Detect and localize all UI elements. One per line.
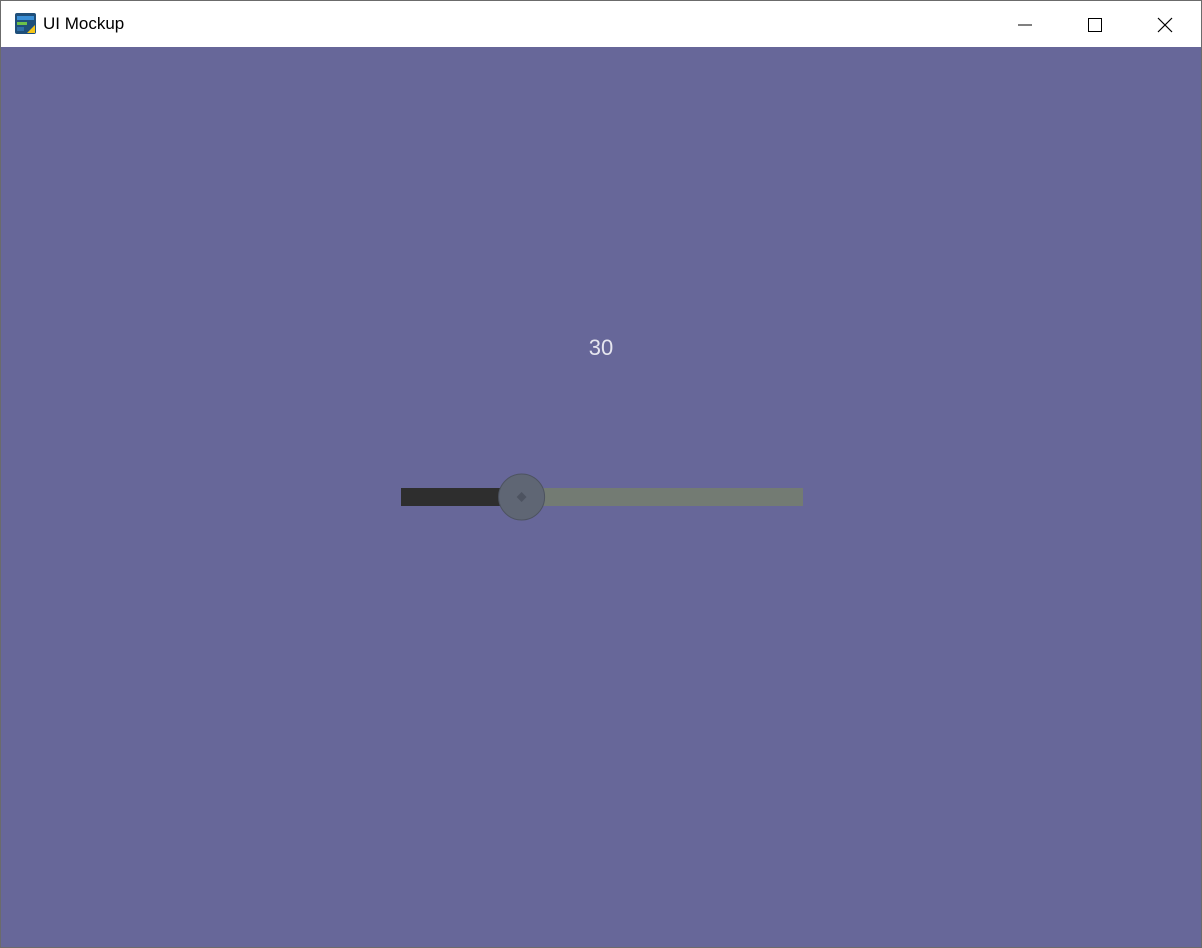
slider-thumb[interactable] (498, 473, 546, 521)
main-canvas: 30 (1, 47, 1201, 947)
window-title: UI Mockup (43, 14, 125, 33)
minimize-button[interactable] (991, 1, 1061, 47)
maximize-button[interactable] (1061, 1, 1131, 47)
app-icon (15, 13, 36, 34)
close-button[interactable] (1131, 1, 1201, 47)
close-icon (1157, 17, 1173, 33)
minimize-icon (1018, 24, 1032, 26)
maximize-icon (1088, 18, 1102, 32)
title-bar[interactable]: UI Mockup (1, 1, 1201, 47)
app-window: UI Mockup 30 (0, 0, 1202, 948)
slider-value-label: 30 (588, 335, 614, 360)
value-slider[interactable] (399, 471, 803, 523)
